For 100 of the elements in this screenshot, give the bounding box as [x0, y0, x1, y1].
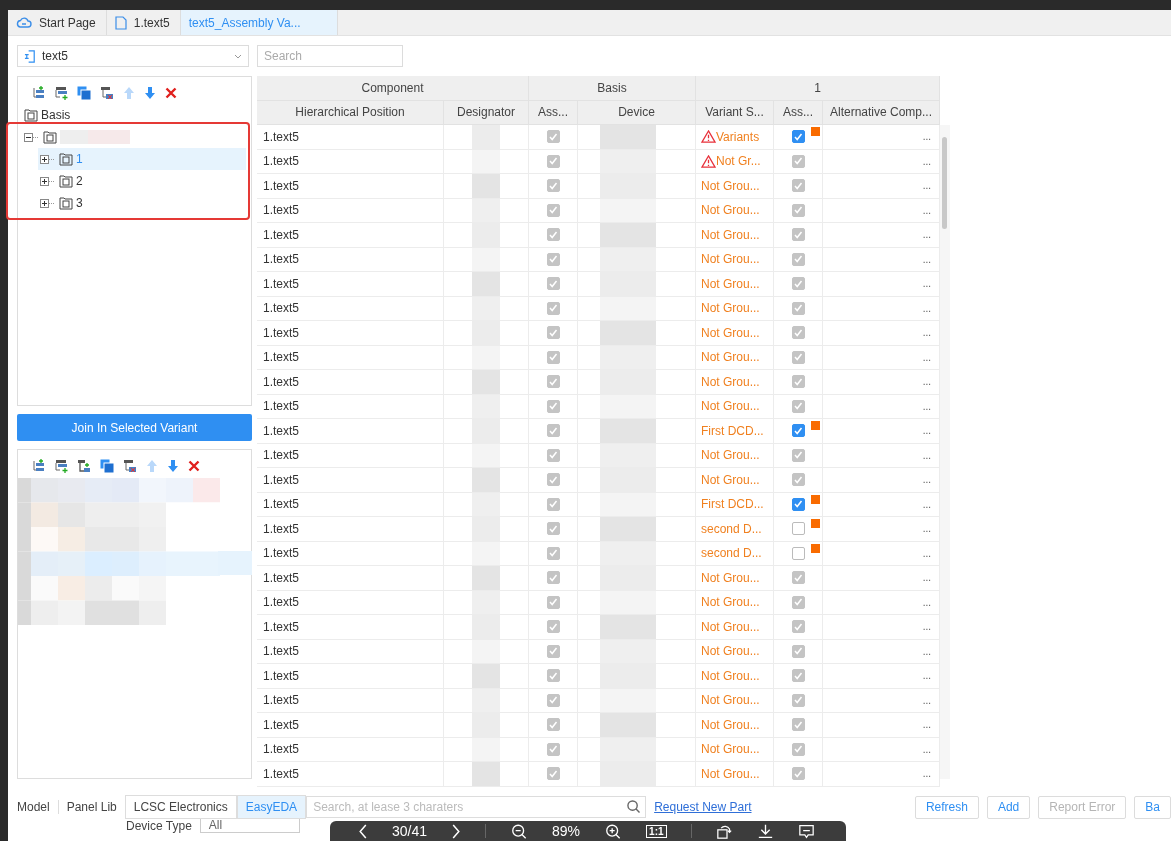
table-cell: 1.text5	[257, 345, 444, 369]
status-text: Not Grou...	[701, 570, 760, 585]
column-header[interactable]: Alternative Comp...	[823, 100, 940, 124]
expand-icon[interactable]	[40, 154, 56, 164]
table-cell: 1.text5	[257, 198, 444, 222]
scrollbar[interactable]	[940, 125, 950, 779]
add-subitem-icon[interactable]	[77, 459, 91, 473]
add-node-icon[interactable]	[31, 459, 45, 473]
status-text: Not Grou...	[701, 350, 760, 365]
add-child-icon[interactable]	[54, 86, 68, 100]
previous-icon[interactable]	[358, 823, 368, 839]
status-text: Not Grou...	[701, 668, 760, 683]
table-cell: 1.text5	[257, 149, 444, 173]
column-header[interactable]: Variant S...	[696, 100, 774, 124]
actual-size-button[interactable]: 1:1	[646, 824, 667, 838]
table-cell: 1.text5	[257, 296, 444, 320]
tree-item[interactable]: Basis	[24, 104, 251, 126]
table-cell: 1.text5	[257, 688, 444, 712]
status-text: Not Grou...	[701, 472, 760, 487]
library-tab[interactable]: Model	[9, 800, 59, 814]
comment-icon[interactable]	[797, 823, 815, 839]
request-part-link[interactable]: Request New Part	[654, 800, 752, 814]
zoom-out-icon[interactable]	[510, 823, 529, 839]
table-cell: 1.text5	[257, 394, 444, 418]
checkbox[interactable]	[791, 130, 805, 144]
project-dropdown[interactable]: text5	[17, 45, 249, 67]
column-header[interactable]: Ass...	[774, 100, 823, 124]
checkbox[interactable]	[791, 546, 805, 560]
library-tab[interactable]: LCSC Electronics	[124, 795, 237, 819]
table-cell: 1.text5	[257, 737, 444, 761]
cloud-icon	[16, 16, 32, 29]
status-text: Not Grou...	[701, 742, 760, 757]
checkbox[interactable]	[791, 497, 805, 511]
search-icon	[627, 800, 641, 813]
status-text: Not Grou...	[701, 252, 760, 267]
library-search-field[interactable]: Search, at lease 3 charaters	[306, 796, 647, 818]
move-down-icon[interactable]	[144, 86, 156, 100]
column-group-header: Component	[257, 76, 529, 100]
table-cell: 1.text5	[257, 443, 444, 467]
move-up-icon[interactable]	[146, 459, 158, 473]
delete-icon[interactable]	[165, 87, 177, 99]
table-cell: 1.text5	[257, 492, 444, 516]
status-text: Not Grou...	[701, 717, 760, 732]
table-cell: 1.text5	[257, 272, 444, 296]
checkbox[interactable]	[546, 497, 560, 511]
move-up-icon[interactable]	[123, 86, 135, 100]
document-tab[interactable]: Start Page	[8, 10, 107, 35]
checkbox[interactable]	[546, 424, 560, 438]
folder-icon	[59, 152, 73, 166]
add-child-icon[interactable]	[54, 459, 68, 473]
copy-icon[interactable]	[100, 459, 114, 473]
add-node-icon[interactable]	[31, 86, 45, 100]
checkbox[interactable]	[546, 546, 560, 560]
column-header[interactable]: Device	[578, 100, 696, 124]
folder-icon	[24, 108, 38, 122]
status-text: Not Grou...	[701, 276, 760, 291]
table-cell: 1.text5	[257, 615, 444, 639]
table-cell: 1.text5	[257, 664, 444, 688]
move-down-icon[interactable]	[167, 459, 179, 473]
copy-icon[interactable]	[77, 86, 91, 100]
status-text: Not Grou...	[701, 178, 760, 193]
search-field[interactable]: Search	[257, 45, 403, 67]
table-cell: 1.text5	[257, 713, 444, 737]
column-group-header: 1	[696, 76, 940, 100]
warning-icon	[701, 130, 716, 144]
device-type-dropdown[interactable]: All	[199, 819, 300, 833]
caret-icon	[234, 53, 242, 59]
library-tab[interactable]: Panel Lib	[58, 796, 125, 818]
status-text: Not Grou...	[701, 644, 760, 659]
table-cell: 1.text5	[257, 419, 444, 443]
checkbox[interactable]	[791, 522, 805, 536]
zoom-in-icon[interactable]	[604, 823, 623, 839]
rotate-icon[interactable]	[715, 823, 733, 839]
status-text: Not Grou...	[701, 325, 760, 340]
delete-node-icon[interactable]	[123, 459, 137, 473]
checkbox[interactable]	[791, 424, 805, 438]
status-text: First DCD...	[701, 423, 764, 438]
status-text: Not Grou...	[701, 766, 760, 781]
table-cell: 1.text5	[257, 468, 444, 492]
column-header[interactable]: Designator	[444, 100, 529, 124]
file-icon	[114, 15, 127, 30]
expand-icon[interactable]	[40, 198, 56, 208]
column-header[interactable]: Ass...	[529, 100, 578, 124]
column-header[interactable]: Hierarchical Position	[257, 100, 444, 124]
next-icon[interactable]	[451, 823, 462, 839]
tree-item[interactable]: 3	[38, 192, 246, 214]
delete-icon[interactable]	[188, 460, 200, 472]
tree-item[interactable]: 2	[38, 170, 246, 192]
table-cell: 1.text5	[257, 321, 444, 345]
status-text: Not Grou...	[701, 374, 760, 389]
status-text: Not Grou...	[701, 399, 760, 414]
download-icon[interactable]	[756, 823, 774, 839]
table-cell: 1.text5	[257, 125, 444, 149]
checkbox[interactable]	[546, 130, 560, 144]
checkbox[interactable]	[546, 522, 560, 536]
expand-icon[interactable]	[40, 176, 56, 186]
status-text: Not Grou...	[701, 595, 760, 610]
delete-node-icon[interactable]	[100, 86, 114, 100]
document-tab[interactable]: 1.text5	[106, 10, 181, 35]
collapse-icon[interactable]	[24, 132, 40, 142]
